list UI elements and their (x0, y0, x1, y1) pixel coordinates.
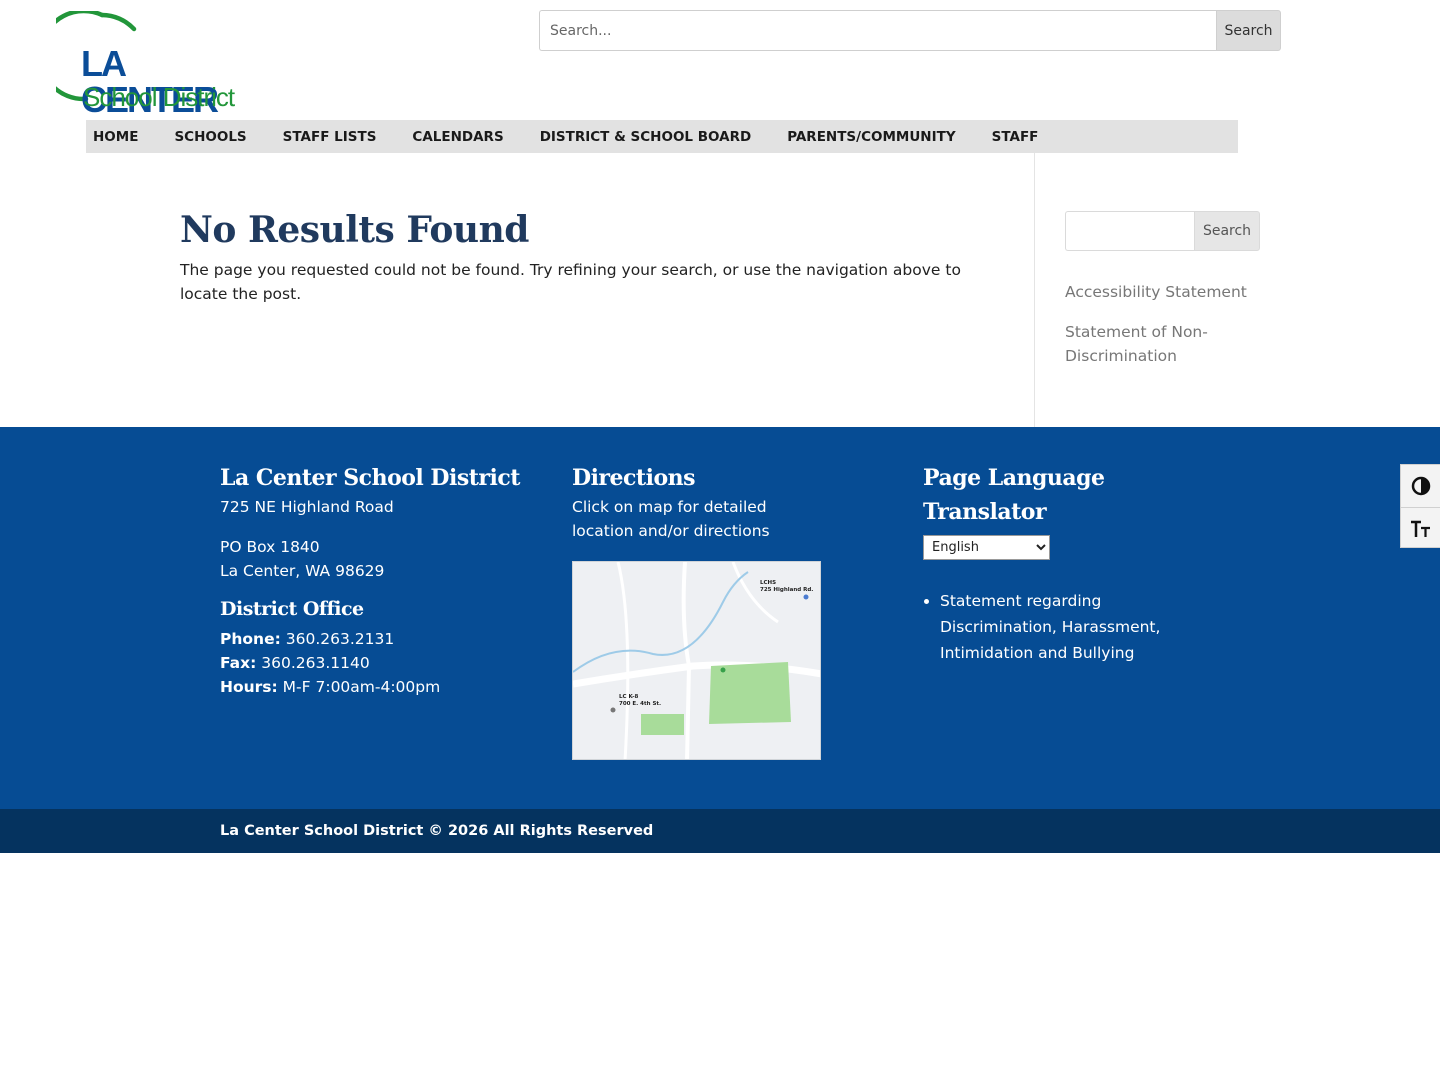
site-footer: La Center School District 725 NE Highlan… (0, 427, 1440, 809)
footer-translator: Page Language Translator English Stateme… (923, 461, 1223, 666)
district-office-title: District Office (220, 598, 364, 620)
nav-item-calendars[interactable]: CALENDARS (412, 129, 503, 145)
language-select[interactable]: English (923, 535, 1050, 560)
fax-label: Fax: (220, 654, 257, 672)
footer-directions: Directions Click on map for detailed loc… (572, 461, 832, 760)
sidebar-search-button[interactable]: Search (1194, 211, 1260, 251)
nav-item-staff-lists[interactable]: STAFF LISTS (283, 129, 377, 145)
header-search: Search (539, 10, 1281, 51)
sidebar-search: Search (1065, 211, 1260, 251)
header-search-input[interactable] (539, 10, 1216, 51)
phone-value: 360.263.2131 (285, 630, 395, 648)
map-label-lck8: LC K-8 (619, 694, 639, 700)
font-size-toggle-button[interactable] (1401, 507, 1440, 549)
sidebar-divider (1034, 153, 1035, 427)
district-fax: Fax: 360.263.1140 (220, 651, 520, 675)
logo-text-school-district: School District (83, 82, 235, 112)
discrimination-statement-link[interactable]: Statement regarding Discrimination, Hara… (940, 588, 1223, 666)
contrast-icon (1411, 476, 1430, 496)
copyright-text: La Center School District © 2026 All Rig… (220, 823, 654, 839)
non-discrimination-link[interactable]: Statement of Non-Discrimination (1065, 320, 1255, 368)
nav-item-parents-community[interactable]: PARENTS/COMMUNITY (787, 129, 955, 145)
map-label-lchs: LCHS (760, 580, 776, 586)
font-size-icon (1410, 520, 1430, 537)
footer-district-info: La Center School District 725 NE Highlan… (220, 461, 520, 699)
main-content: No Results Found The page you requested … (180, 208, 990, 306)
accessibility-statement-link[interactable]: Accessibility Statement (1065, 280, 1255, 304)
sidebar-links: Accessibility Statement Statement of Non… (1065, 280, 1255, 384)
page-title: No Results Found (180, 209, 529, 251)
main-area: No Results Found The page you requested … (0, 153, 1440, 427)
directions-text: Click on map for detailed location and/o… (572, 498, 770, 540)
nav-item-schools[interactable]: SCHOOLS (174, 129, 246, 145)
phone-label: Phone: (220, 630, 281, 648)
contrast-toggle-button[interactable] (1401, 465, 1440, 507)
directions-title: Directions (572, 465, 696, 491)
hours-label: Hours: (220, 678, 278, 696)
main-nav: HOME SCHOOLS STAFF LISTS CALENDARS DISTR… (86, 120, 1238, 153)
map-label-lck8-address: 700 E. 4th St. (619, 701, 661, 707)
header-search-button[interactable]: Search (1216, 10, 1281, 51)
footer-district-title: La Center School District (220, 465, 520, 491)
site-header: LA CENTER School District Search HOME SC… (0, 0, 1440, 153)
not-found-message: The page you requested could not be foun… (180, 261, 961, 303)
map-image-icon: LCHS 725 Highland Rd. LC K-8 700 E. 4th … (573, 562, 820, 759)
fax-value: 360.263.1140 (261, 654, 370, 672)
copyright-bar: La Center School District © 2026 All Rig… (0, 809, 1440, 853)
district-logo[interactable]: LA CENTER School District (56, 11, 246, 118)
accessibility-toolbar (1400, 464, 1440, 548)
sidebar-search-input[interactable] (1065, 211, 1194, 251)
hours-value: M-F 7:00am-4:00pm (282, 678, 441, 696)
district-city: La Center, WA 98629 (220, 562, 385, 580)
district-phone: Phone: 360.263.2131 (220, 627, 520, 651)
footer-link-list: Statement regarding Discrimination, Hara… (923, 588, 1223, 666)
nav-item-staff[interactable]: STAFF (992, 129, 1039, 145)
nav-item-district-school-board[interactable]: DISTRICT & SCHOOL BOARD (540, 129, 752, 145)
district-address: 725 NE Highland Road (220, 498, 394, 516)
directions-map[interactable]: LCHS 725 Highland Rd. LC K-8 700 E. 4th … (572, 561, 821, 760)
district-hours: Hours: M-F 7:00am-4:00pm (220, 675, 520, 699)
district-po-box: PO Box 1840 (220, 538, 320, 556)
translator-title: Page Language Translator (923, 465, 1105, 525)
map-label-lchs-address: 725 Highland Rd. (760, 587, 813, 593)
nav-item-home[interactable]: HOME (93, 129, 138, 145)
